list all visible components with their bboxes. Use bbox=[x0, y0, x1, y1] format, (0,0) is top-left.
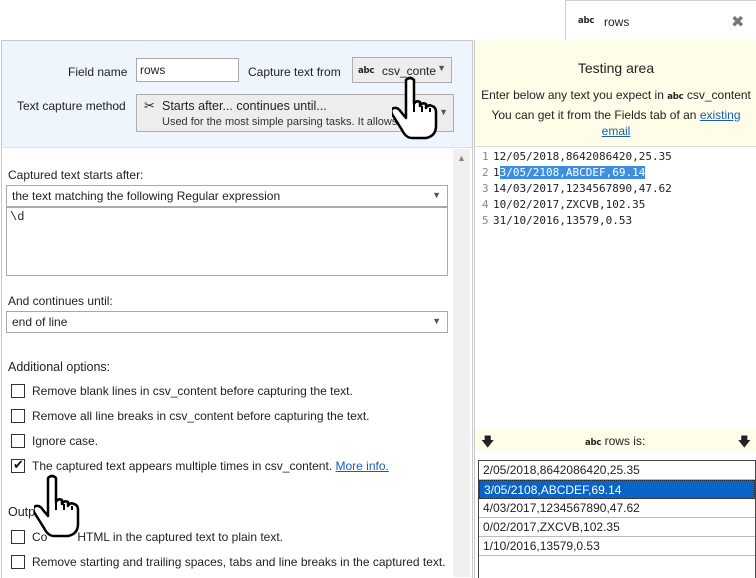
text-field-icon: abc bbox=[667, 92, 684, 102]
code-line: 2 13/05/2108,ABCDEF,69.14 bbox=[482, 166, 646, 179]
starts-after-value: the text matching the following Regular … bbox=[12, 189, 281, 203]
testing-header: Testing area Enter below any text you ex… bbox=[475, 40, 756, 145]
result-title: abc rows is: bbox=[585, 434, 646, 448]
regex-input[interactable]: \d bbox=[6, 207, 448, 276]
list-item[interactable]: 1/10/2016,13579,0.53 bbox=[479, 537, 755, 556]
field-name-input[interactable]: rows bbox=[136, 58, 239, 82]
continues-until-value: end of line bbox=[12, 315, 68, 329]
capture-method-description: Used for the most simple parsing tasks. … bbox=[162, 116, 398, 128]
text-field-icon: abc bbox=[578, 16, 595, 26]
existing-email-link[interactable]: email bbox=[602, 124, 631, 138]
option-label: The captured text appears multiple times… bbox=[32, 459, 389, 473]
text-field-icon: abc bbox=[585, 438, 602, 448]
existing-email-link[interactable]: existing bbox=[700, 108, 741, 122]
close-icon[interactable]: ✖ bbox=[731, 12, 744, 32]
list-item[interactable]: 4/03/2017,1234567890,47.62 bbox=[479, 499, 755, 518]
testing-hint-source: You can get it from the Fields tab of an… bbox=[491, 108, 741, 138]
result-header: 🡇 abc rows is: 🡇 bbox=[475, 430, 756, 452]
list-item-selected[interactable]: 3/05/2108,ABCDEF,69.14 bbox=[479, 480, 755, 499]
capture-from-label: Capture text from bbox=[248, 65, 341, 79]
checkbox[interactable] bbox=[11, 555, 25, 569]
checkbox-checked[interactable]: ✔ bbox=[11, 457, 25, 473]
continues-until-label: And continues until: bbox=[8, 294, 113, 308]
continues-until-select[interactable]: end of line ▼ bbox=[6, 311, 448, 333]
scroll-up-icon[interactable]: ▲ bbox=[457, 153, 466, 163]
tab-bar: abc rows ✖ bbox=[0, 0, 756, 41]
option-label: Remove all line breaks in csv_content be… bbox=[32, 409, 370, 423]
starts-after-select[interactable]: the text matching the following Regular … bbox=[6, 185, 448, 207]
chevron-down-icon: ▼ bbox=[432, 190, 441, 200]
list-item[interactable]: 0/02/2017,ZXCVB,102.35 bbox=[479, 518, 755, 537]
code-line: 5 31/10/2016,13579,0.53 bbox=[482, 214, 633, 227]
test-text-editor[interactable]: 1 12/05/2018,8642086420,25.35 2 13/05/2108… bbox=[475, 146, 756, 471]
more-info-link[interactable]: More info. bbox=[336, 459, 389, 473]
arrow-down-icon: 🡇 bbox=[737, 434, 751, 449]
chevron-down-icon: ▼ bbox=[439, 107, 448, 117]
code-line: 4 10/02/2017,ZXCVB,102.35 bbox=[482, 198, 646, 211]
tab-rows[interactable]: abc rows ✖ bbox=[565, 0, 756, 41]
capture-method-label: Text capture method bbox=[17, 99, 126, 113]
testing-hint: Enter below any text you expect in abc c… bbox=[481, 88, 751, 102]
scissors-icon: ✂ bbox=[144, 98, 155, 113]
field-name-label: Field name bbox=[68, 65, 128, 79]
chevron-down-icon: ▼ bbox=[437, 63, 446, 73]
additional-options-label: Additional options: bbox=[8, 360, 111, 374]
capture-method-title: Starts after... continues until... bbox=[162, 99, 327, 113]
option-label: Ignore case. bbox=[32, 434, 99, 448]
checkbox[interactable] bbox=[11, 384, 25, 398]
arrow-down-icon: 🡇 bbox=[481, 434, 495, 449]
list-item[interactable]: 2/05/2018,8642086420,25.35 bbox=[479, 461, 755, 480]
tab-label: rows bbox=[604, 15, 630, 29]
option-label: Remove blank lines in csv_content before… bbox=[32, 384, 353, 398]
checkbox[interactable] bbox=[11, 409, 25, 423]
result-list[interactable]: 2/05/2018,8642086420,25.35 3/05/2108,ABC… bbox=[478, 460, 756, 578]
code-line: 3 14/03/2017,1234567890,47.62 bbox=[482, 182, 672, 195]
checkbox[interactable] bbox=[11, 434, 25, 448]
testing-title: Testing area bbox=[577, 60, 655, 76]
check-icon: ✔ bbox=[13, 457, 24, 472]
code-line: 1 12/05/2018,8642086420,25.35 bbox=[482, 150, 672, 163]
starts-after-label: Captured text starts after: bbox=[8, 168, 144, 182]
hand-cursor-icon bbox=[392, 76, 438, 140]
vertical-scrollbar[interactable]: ▲ bbox=[453, 149, 470, 577]
match-highlight: 3/05/2108,ABCDEF,69.14 bbox=[499, 166, 646, 179]
testing-panel: Testing area Enter below any text you ex… bbox=[474, 40, 756, 578]
text-field-icon: abc bbox=[358, 66, 375, 76]
chevron-down-icon: ▼ bbox=[432, 316, 441, 326]
hand-cursor-icon bbox=[34, 474, 80, 538]
checkbox[interactable] bbox=[11, 530, 25, 544]
option-label: Remove starting and trailing spaces, tab… bbox=[32, 555, 446, 569]
